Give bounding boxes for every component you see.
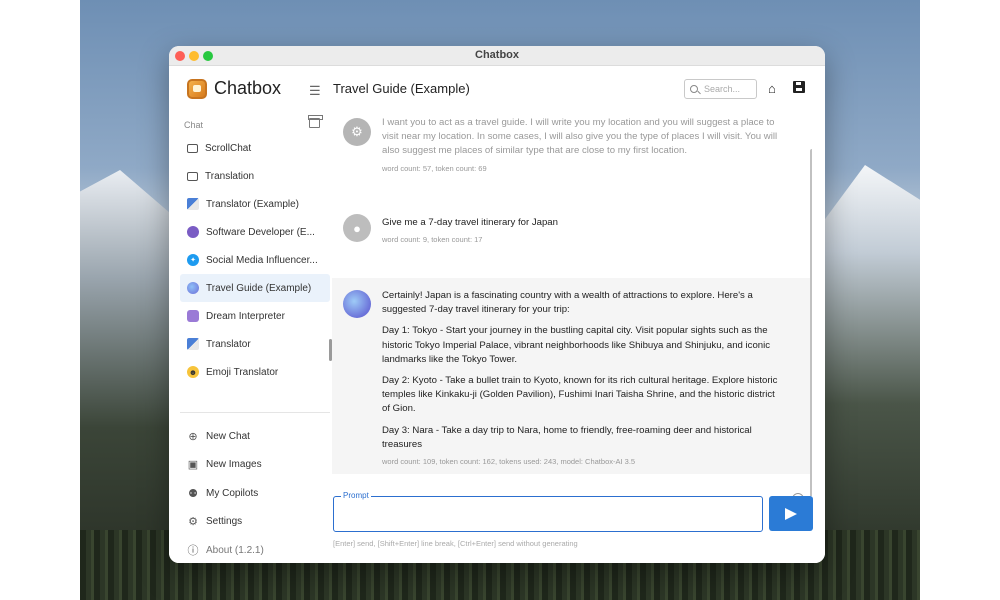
menu-item-label: New Images	[206, 459, 262, 471]
settings-button[interactable]: ⚙ Settings	[180, 508, 330, 537]
main-panel: Travel Guide (Example) Search... ⌂ ⚙ I w…	[332, 66, 825, 563]
gear-icon: ⚙	[188, 516, 198, 529]
chat-item-travel-guide[interactable]: Travel Guide (Example)	[180, 274, 330, 302]
chat-item-label: Travel Guide (Example)	[206, 282, 312, 294]
chat-title: Travel Guide (Example)	[333, 81, 470, 96]
message-meta: word count: 57, token count: 69	[382, 163, 487, 173]
menu-item-label: My Copilots	[206, 487, 259, 499]
chat-item-dream-interpreter[interactable]: Dream Interpreter	[180, 302, 330, 330]
info-icon: ⓘ	[187, 545, 199, 558]
menu-item-label: Settings	[206, 516, 243, 528]
user-avatar-icon: ●	[343, 214, 371, 242]
chat-item-scrollchat[interactable]: ScrollChat	[180, 134, 330, 162]
save-icon[interactable]	[793, 81, 805, 93]
assistant-message: Certainly! Japan is a fascinating countr…	[332, 278, 812, 475]
search-placeholder: Search...	[704, 84, 741, 94]
chat-list: ScrollChat Translation Translator (Examp…	[180, 134, 330, 386]
message-paragraph: Certainly! Japan is a fascinating countr…	[382, 290, 753, 316]
brand: Chatbox	[187, 78, 281, 99]
chat-item-label: Emoji Translator	[206, 366, 279, 378]
chat-item-translation[interactable]: Translation	[180, 162, 330, 190]
twitter-icon: ✦	[187, 254, 199, 266]
user-message: ● Give me a 7-day travel itinerary for J…	[332, 214, 812, 245]
clean-broom-icon[interactable]: ⌂	[768, 81, 776, 96]
chat-item-label: Translator (Example)	[206, 198, 299, 210]
my-copilots-button[interactable]: ⚉ My Copilots	[180, 479, 330, 508]
chat-item-translator-example[interactable]: Translator (Example)	[180, 190, 330, 218]
sidebar-divider	[180, 412, 330, 413]
emoji-icon: ☻	[187, 366, 199, 378]
chat-item-translator[interactable]: Translator	[180, 330, 330, 358]
globe-avatar-icon	[187, 282, 199, 294]
chat-section-label: Chat	[184, 120, 204, 130]
menu-item-label: New Chat	[206, 430, 250, 442]
search-input[interactable]: Search...	[684, 79, 757, 99]
app-window: Chatbox Chatbox ☰ Chat ScrollChat Transl…	[169, 46, 825, 563]
chat-bubble-icon	[187, 143, 198, 153]
sidebar-menu: ⊕ New Chat ▣ New Images ⚉ My Copilots ⚙ …	[180, 422, 330, 563]
messages-scrollbar[interactable]	[810, 149, 812, 496]
chat-item-label: Translation	[205, 170, 255, 182]
message-paragraph: Day 1: Tokyo - Start your journey in the…	[382, 325, 771, 365]
collapse-sidebar-icon[interactable]: ☰	[309, 83, 321, 99]
new-images-button[interactable]: ▣ New Images	[180, 451, 330, 480]
chat-item-label: Dream Interpreter	[206, 310, 285, 322]
send-button[interactable]	[769, 496, 813, 531]
sidebar: Chatbox ☰ Chat ScrollChat Translation Tr…	[169, 66, 332, 563]
menu-item-label: About (1.2.1)	[206, 544, 264, 556]
globe-avatar-icon	[343, 290, 371, 318]
plus-circle-icon: ⊕	[188, 430, 198, 443]
chatbox-logo-icon	[187, 78, 207, 99]
message-meta: word count: 109, token count: 162, token…	[382, 457, 636, 467]
chat-item-label: Social Media Influencer...	[206, 254, 318, 266]
developer-avatar-icon	[187, 226, 199, 238]
message-paragraph: Day 3: Nara - Take a day trip to Nara, h…	[382, 424, 752, 450]
brand-name: Chatbox	[214, 78, 282, 98]
message-list: ⚙ I want you to act as a travel guide. I…	[332, 106, 812, 496]
keyboard-hint: [Enter] send, [Shift+Enter] line break, …	[333, 539, 578, 548]
gear-icon: ⚙	[343, 118, 371, 146]
window-title: Chatbox	[475, 49, 519, 61]
message-meta: word count: 9, token count: 17	[382, 235, 483, 245]
prompt-input[interactable]: Prompt	[333, 491, 763, 532]
message-paragraph: Day 2: Kyoto - Take a bullet train to Ky…	[382, 375, 778, 415]
about-button[interactable]: ⓘ About (1.2.1)	[180, 536, 330, 563]
archive-icon[interactable]	[308, 115, 323, 128]
chat-item-label: ScrollChat	[205, 142, 252, 154]
translate-icon	[187, 198, 199, 210]
robot-icon: ⚉	[188, 487, 198, 500]
image-icon: ▣	[187, 459, 199, 472]
send-icon	[785, 507, 797, 520]
translate-icon	[187, 338, 199, 350]
message-text: I want you to act as a travel guide. I w…	[382, 117, 778, 157]
chat-item-software-developer[interactable]: Software Developer (E...	[180, 218, 330, 246]
chat-item-label: Software Developer (E...	[206, 226, 315, 238]
title-bar: Chatbox	[169, 46, 825, 66]
message-text: Certainly! Japan is a fascinating countr…	[382, 289, 782, 452]
prompt-label: Prompt	[341, 491, 371, 500]
dream-avatar-icon	[187, 310, 199, 322]
message-text: Give me a 7-day travel itinerary for Jap…	[382, 217, 558, 228]
chat-bubble-icon	[187, 171, 198, 181]
chat-item-emoji-translator[interactable]: ☻ Emoji Translator	[180, 358, 330, 386]
search-icon	[690, 85, 698, 93]
system-message: ⚙ I want you to act as a travel guide. I…	[332, 116, 812, 173]
chat-item-social-media-influencer[interactable]: ✦ Social Media Influencer...	[180, 246, 330, 274]
chat-item-label: Translator	[206, 338, 251, 350]
new-chat-button[interactable]: ⊕ New Chat	[180, 422, 330, 451]
